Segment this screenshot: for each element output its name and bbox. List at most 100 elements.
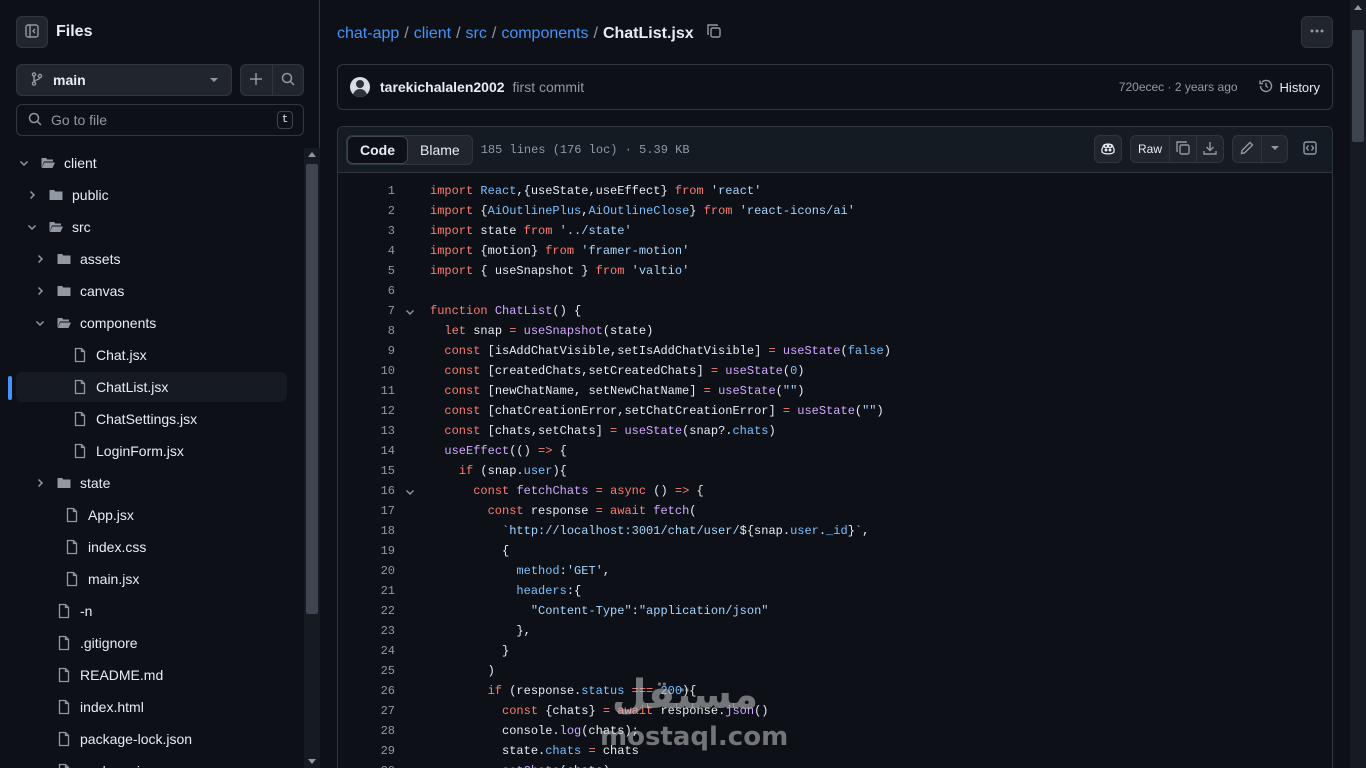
code-line[interactable]: 13 const [chats,setChats] = useState(sna… (338, 421, 1332, 441)
line-number[interactable]: 23 (338, 621, 395, 641)
chevron-right-icon[interactable] (32, 251, 48, 267)
tree-file-item[interactable]: package.json (16, 756, 287, 768)
code-line[interactable]: 25 ) (338, 661, 1332, 681)
line-number[interactable]: 28 (338, 721, 395, 741)
line-number[interactable]: 30 (338, 761, 395, 768)
code-line[interactable]: 10 const [createdChats,setCreatedChats] … (338, 361, 1332, 381)
line-number[interactable]: 7 (338, 301, 395, 321)
code-line[interactable]: 5 import { useSnapshot } from 'valtio' (338, 261, 1332, 281)
go-to-file-field[interactable]: t (16, 104, 304, 136)
chevron-right-icon[interactable] (32, 283, 48, 299)
line-number[interactable]: 14 (338, 441, 395, 461)
code-line[interactable]: 11 const [newChatName, setNewChatName] =… (338, 381, 1332, 401)
commit-message[interactable]: first commit (513, 79, 585, 95)
code-line[interactable]: 22 "Content-Type":"application/json" (338, 601, 1332, 621)
tree-file-item[interactable]: .gitignore (16, 628, 287, 658)
line-number[interactable]: 19 (338, 541, 395, 561)
scrollbar-thumb[interactable] (1352, 30, 1364, 142)
history-button[interactable]: History (1252, 78, 1320, 97)
sidebar-scrollbar[interactable] (304, 148, 320, 768)
tab-blame[interactable]: Blame (408, 136, 472, 164)
tree-file-item[interactable]: -n (16, 596, 287, 626)
copy-raw-button[interactable] (1169, 136, 1196, 162)
line-number[interactable]: 27 (338, 701, 395, 721)
tree-file-item[interactable]: main.jsx (16, 564, 287, 594)
line-number[interactable]: 3 (338, 221, 395, 241)
line-number[interactable]: 9 (338, 341, 395, 361)
code-line[interactable]: 17 const response = await fetch( (338, 501, 1332, 521)
edit-dropdown-button[interactable] (1261, 136, 1287, 162)
tree-folder-item[interactable]: state (16, 468, 287, 498)
line-number[interactable]: 10 (338, 361, 395, 381)
scroll-down-arrow[interactable] (308, 759, 316, 764)
tree-folder-item[interactable]: canvas (16, 276, 287, 306)
line-number[interactable]: 21 (338, 581, 395, 601)
code-line[interactable]: 12 const [chatCreationError,setChatCreat… (338, 401, 1332, 421)
code-line[interactable]: 14 useEffect(() => { (338, 441, 1332, 461)
symbols-panel-button[interactable] (1296, 135, 1324, 163)
tree-file-item[interactable]: index.css (16, 532, 287, 562)
code-line[interactable]: 16 const fetchChats = async () => { (338, 481, 1332, 501)
chevron-right-icon[interactable] (32, 475, 48, 491)
tree-folder-item[interactable]: src (16, 212, 287, 242)
tree-folder-item[interactable]: components (16, 308, 287, 338)
tree-file-item[interactable]: LoginForm.jsx (16, 436, 287, 466)
search-files-button[interactable] (271, 65, 304, 95)
line-number[interactable]: 17 (338, 501, 395, 521)
chevron-down-icon[interactable] (32, 315, 48, 331)
line-number[interactable]: 13 (338, 421, 395, 441)
code-line[interactable]: 7 function ChatList() { (338, 301, 1332, 321)
line-number[interactable]: 25 (338, 661, 395, 681)
scroll-up-arrow[interactable] (1354, 5, 1362, 10)
line-number[interactable]: 20 (338, 561, 395, 581)
avatar[interactable] (350, 77, 370, 97)
line-number[interactable]: 6 (338, 281, 395, 301)
code-line[interactable]: 28 console.log(chats); (338, 721, 1332, 741)
go-to-file-input[interactable] (51, 112, 277, 128)
code-line[interactable]: 19 { (338, 541, 1332, 561)
tree-folder-item[interactable]: client (16, 148, 287, 178)
tree-file-item[interactable]: README.md (16, 660, 287, 690)
tab-code[interactable]: Code (347, 135, 408, 164)
code-line[interactable]: 27 const {chats} = await response.json() (338, 701, 1332, 721)
code-line[interactable]: 29 state.chats = chats (338, 741, 1332, 761)
line-number[interactable]: 1 (338, 181, 395, 201)
breadcrumb-repo-link[interactable]: chat-app (337, 25, 399, 43)
fold-chevron-icon[interactable] (404, 485, 416, 497)
copilot-button[interactable] (1094, 135, 1122, 163)
more-options-button[interactable] (1301, 16, 1333, 48)
code-line[interactable]: 20 method:'GET', (338, 561, 1332, 581)
line-number[interactable]: 22 (338, 601, 395, 621)
fold-chevron-icon[interactable] (404, 305, 416, 317)
commit-author[interactable]: tarekichalalen2002 (380, 79, 505, 95)
code-line[interactable]: 1 import React,{useState,useEffect} from … (338, 181, 1332, 201)
code-line[interactable]: 18 `http://localhost:3001/chat/user/${sn… (338, 521, 1332, 541)
tree-file-item[interactable]: index.html (16, 692, 287, 722)
line-number[interactable]: 12 (338, 401, 395, 421)
tree-file-item[interactable]: App.jsx (16, 500, 287, 530)
breadcrumb-components-link[interactable]: components (501, 25, 588, 43)
scrollbar-thumb[interactable] (306, 164, 318, 614)
scroll-up-arrow[interactable] (308, 152, 316, 157)
line-number[interactable]: 11 (338, 381, 395, 401)
line-number[interactable]: 26 (338, 681, 395, 701)
copy-path-button[interactable] (706, 23, 722, 44)
collapse-sidebar-button[interactable] (16, 16, 48, 48)
add-file-button[interactable] (241, 65, 272, 95)
line-number[interactable]: 15 (338, 461, 395, 481)
page-scrollbar[interactable] (1350, 0, 1366, 768)
raw-button[interactable]: Raw (1131, 136, 1169, 162)
code-line[interactable]: 30 setChats(chats) (338, 761, 1332, 768)
line-number[interactable]: 5 (338, 261, 395, 281)
chevron-down-icon[interactable] (24, 219, 40, 235)
download-button[interactable] (1196, 136, 1223, 162)
line-number[interactable]: 29 (338, 741, 395, 761)
breadcrumb-src-link[interactable]: src (466, 25, 487, 43)
code-line[interactable]: 9 const [isAddChatVisible,setIsAddChatVi… (338, 341, 1332, 361)
line-number[interactable]: 2 (338, 201, 395, 221)
line-number[interactable]: 18 (338, 521, 395, 541)
code-line[interactable]: 8 let snap = useSnapshot(state) (338, 321, 1332, 341)
tree-file-item[interactable]: Chat.jsx (16, 340, 287, 370)
code-line[interactable]: 6 (338, 281, 1332, 301)
code-line[interactable]: 2 import {AiOutlinePlus,AiOutlineClose} f… (338, 201, 1332, 221)
